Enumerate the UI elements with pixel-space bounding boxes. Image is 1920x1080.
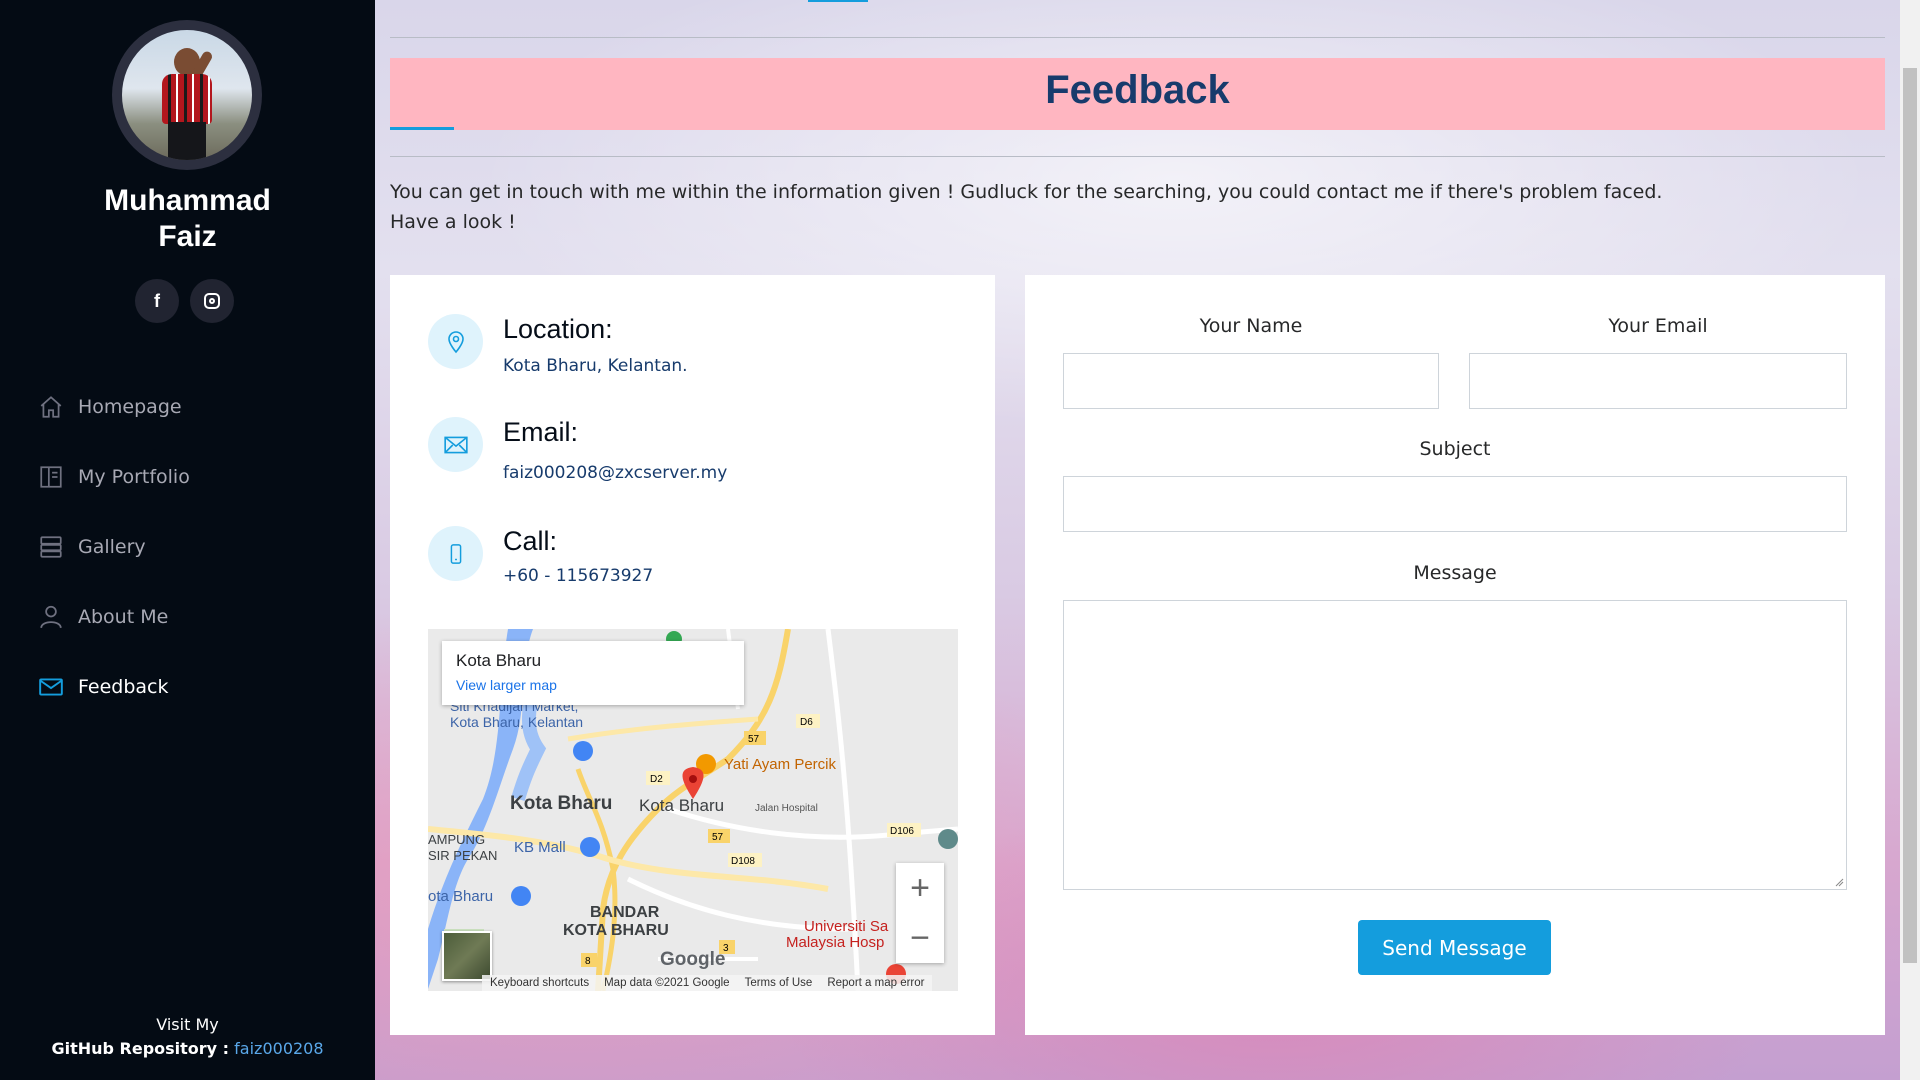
view-larger-map-link[interactable]: View larger map [456,677,557,693]
map-label-market2: Kota Bharu, Kelantan [450,714,583,730]
call-value: +60 - 115673927 [503,566,654,586]
intro-line2: Have a look ! [390,211,516,233]
email-label: Your Email [1608,315,1708,337]
road-8: 8 [585,956,591,967]
profile-name-line2: Faiz [158,220,217,253]
divider [390,156,1885,157]
satellite-toggle[interactable] [442,931,492,981]
map-label-city: Kota Bharu [510,793,612,814]
message-textarea[interactable] [1063,600,1847,890]
road-d108: D108 [731,856,755,867]
map-data-text: Map data ©2021 Google [604,977,730,989]
road-d6: D6 [800,717,813,728]
message-label: Message [1413,562,1497,584]
nav-label-gallery: Gallery [78,536,146,558]
map-label-city-pin: Kota Bharu [639,796,724,815]
subject-label: Subject [1419,438,1491,460]
map-label-kbmall: KB Mall [514,839,566,856]
map-label-restaurant: Yati Ayam Percik [724,756,836,773]
page-title: Feedback [1045,68,1230,112]
avatar [122,30,252,160]
map-label-kotabharu-small: ota Bharu [428,888,493,905]
map-zoom-control: + − [896,863,944,963]
avatar-ring [112,20,262,170]
zoom-in-button[interactable]: + [896,863,944,913]
google-logo: Google [660,949,726,970]
subject-input[interactable] [1063,476,1847,532]
zoom-out-button[interactable]: − [896,913,944,963]
scrollbar-thumb[interactable] [1903,68,1917,963]
instagram-link[interactable] [190,279,234,323]
map-label-bandar: BANDAR [590,904,660,921]
email-input[interactable] [1469,353,1847,409]
keyboard-shortcuts-link[interactable]: Keyboard shortcuts [490,975,589,991]
map-label-sirpekan: SIR PEKAN [428,848,497,863]
title-banner: Feedback [390,58,1885,130]
map-label-kampung: AMPUNG [428,832,485,847]
nav-menu: Homepage My Portfolio Gallery About Me F… [38,372,190,722]
map-footer: Keyboard shortcuts Map data ©2021 Google… [482,975,933,991]
profile-name-line1: Muhammad [104,184,271,217]
email-title: Email: [503,417,579,447]
contact-info-card: Location: Kota Bharu, Kelantan. Email: f… [390,275,995,1035]
server-icon [40,536,62,558]
terms-link[interactable]: Terms of Use [745,975,813,991]
divider [390,37,1885,38]
nav-item-gallery[interactable]: Gallery [38,512,190,582]
map-label-bandar2: KOTA BHARU [563,922,669,939]
road-57-b: 57 [712,832,724,843]
intro-text: You can get in touch with me within the … [390,177,1790,237]
title-accent [390,127,454,130]
nav-label-homepage: Homepage [78,396,182,418]
road-d106: D106 [890,826,914,837]
send-message-button[interactable]: Send Message [1358,920,1551,975]
resize-handle-icon[interactable] [1834,877,1844,887]
call-title: Call: [503,526,558,556]
email-value: faiz000208@zxcserver.my [503,463,728,483]
main-content: Feedback You can get in touch with me wi… [375,0,1900,1080]
map-info-card: Kota Bharu View larger map [442,641,744,705]
name-input[interactable] [1063,353,1439,409]
location-value: Kota Bharu, Kelantan. [503,356,688,376]
map-label-hospital: Jalan Hospital [755,803,818,814]
intro-line1: You can get in touch with me within the … [390,181,1663,203]
report-error-link[interactable]: Report a map error [827,975,924,991]
person-icon [40,605,62,629]
nav-item-portfolio[interactable]: My Portfolio [38,442,190,512]
github-link[interactable]: faiz000208 [234,1039,323,1058]
book-icon [40,466,62,488]
map-pin-icon [428,314,483,369]
road-d2: D2 [650,774,663,785]
sidebar: Muhammad Faiz f Homepage My Portfolio Ga… [0,0,375,1080]
envelope-icon [428,417,483,472]
map-label-univ1: Universiti Sa [804,918,889,935]
instagram-icon [204,293,220,309]
phone-icon [428,526,483,581]
facebook-link[interactable]: f [135,279,179,323]
nav-label-about: About Me [78,606,169,628]
nav-item-homepage[interactable]: Homepage [38,372,190,442]
nav-item-about[interactable]: About Me [38,582,190,652]
profile-name: Muhammad Faiz [0,183,375,255]
embedded-map[interactable]: 57 D6 D2 57 D108 D106 3 8 Siti Khadijah … [428,629,958,991]
facebook-icon: f [154,290,160,311]
nav-label-feedback: Feedback [78,676,169,698]
nav-item-feedback[interactable]: Feedback [38,652,190,722]
name-label: Your Name [1199,315,1303,337]
sidebar-footer: Visit My GitHub Repository : faiz000208 [0,1013,375,1061]
nav-label-portfolio: My Portfolio [78,466,190,488]
contact-form: Your Name Your Email Subject Message Sen… [1025,275,1885,1035]
footer-github-label: GitHub Repository : [51,1039,230,1058]
home-icon [40,396,62,418]
envelope-icon [39,678,63,696]
map-place-name: Kota Bharu [456,651,542,670]
footer-visit: Visit My [156,1015,219,1034]
location-title: Location: [503,314,613,344]
map-label-univ2: Malaysia Hosp [786,934,884,951]
top-accent [808,0,868,2]
road-57: 57 [748,734,760,745]
